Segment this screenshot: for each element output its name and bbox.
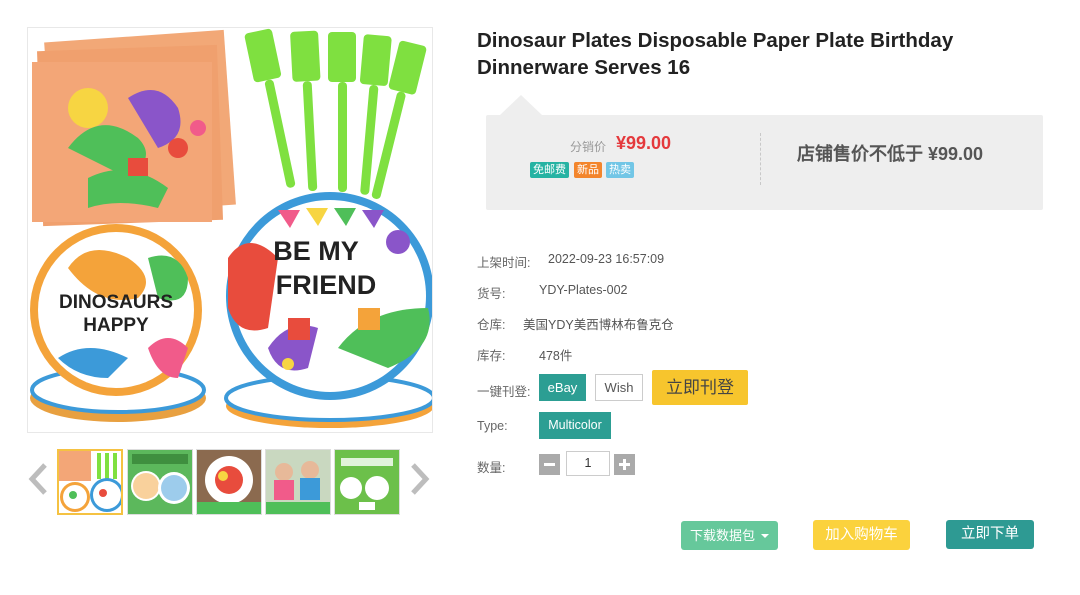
thumbnail-plates-detail[interactable] [127, 449, 193, 515]
type-label: Type: [477, 419, 508, 433]
distribution-price: ¥99.00 [616, 133, 672, 153]
listed-time-value: 2022-09-23 16:57:09 [548, 252, 665, 266]
new-product-badge: 新品 [574, 162, 602, 178]
platform-wish-button[interactable]: Wish [595, 374, 643, 401]
warehouse-value: 美国YDY美西博林布鲁克仓 [523, 318, 674, 332]
quantity-label: 数量: [477, 461, 506, 475]
chevron-right-icon [411, 463, 430, 495]
price-box-notch [500, 95, 542, 115]
main-product-image[interactable]: DINOSAURS HAPPY BE MY FRIEND [27, 27, 433, 433]
stock-value: 478件 [539, 349, 573, 363]
quantity-input[interactable]: 1 [566, 451, 610, 476]
prev-thumbnail-button[interactable] [27, 462, 51, 496]
product-title: Dinosaur Plates Disposable Paper Plate B… [477, 29, 954, 79]
warehouse-label: 仓库: [477, 318, 506, 332]
quick-list-label: 一键刊登: [477, 385, 531, 399]
thumbnail-whats-inside[interactable] [334, 449, 400, 515]
thumbnail-food-on-plate[interactable] [196, 449, 262, 515]
shop-min-price: 店铺售价不低于 ¥99.00 [797, 144, 984, 164]
quantity-increase-button[interactable] [614, 454, 635, 475]
download-data-pack-button[interactable]: 下载数据包 [681, 521, 778, 550]
thumbnail-kids-party[interactable] [265, 449, 331, 515]
sku-label: 货号: [477, 287, 506, 301]
napkin-stack [32, 29, 236, 227]
free-shipping-badge: 免邮费 [530, 162, 569, 178]
plate-text-be-my: BE MY [273, 236, 359, 266]
fork-set [244, 28, 427, 199]
listed-time-label: 上架时间: [477, 256, 531, 270]
price-box: 分销价 ¥99.00 免邮费 新品 热卖 店铺售价不低于 ¥99.00 [486, 115, 1043, 210]
next-thumbnail-button[interactable] [407, 462, 431, 496]
caret-down-icon [761, 534, 769, 538]
quantity-decrease-button[interactable] [539, 454, 560, 475]
big-plate: BE MY FRIEND [224, 192, 432, 428]
plate-text-dinosaurs: DINOSAURS [59, 292, 173, 313]
hot-sale-badge: 热卖 [606, 162, 634, 178]
thumbnail-tableware-set[interactable] [57, 449, 123, 515]
list-now-button[interactable]: 立即刊登 [652, 370, 748, 405]
type-option-multicolor[interactable]: Multicolor [539, 412, 611, 439]
plate-text-friend: FRIEND [276, 270, 377, 300]
distribution-price-label: 分销价 [570, 140, 607, 154]
plate-text-happy: HAPPY [83, 315, 149, 336]
stock-label: 库存: [477, 349, 506, 363]
sku-value: YDY-Plates-002 [539, 283, 628, 297]
platform-ebay-button[interactable]: eBay [539, 374, 586, 401]
small-plate: DINOSAURS HAPPY [30, 224, 206, 422]
buy-now-button[interactable]: 立即下单 [946, 520, 1034, 549]
price-divider [760, 133, 761, 185]
add-to-cart-button[interactable]: 加入购物车 [813, 520, 910, 550]
chevron-left-icon [28, 463, 47, 495]
download-data-pack-label: 下载数据包 [690, 528, 756, 543]
